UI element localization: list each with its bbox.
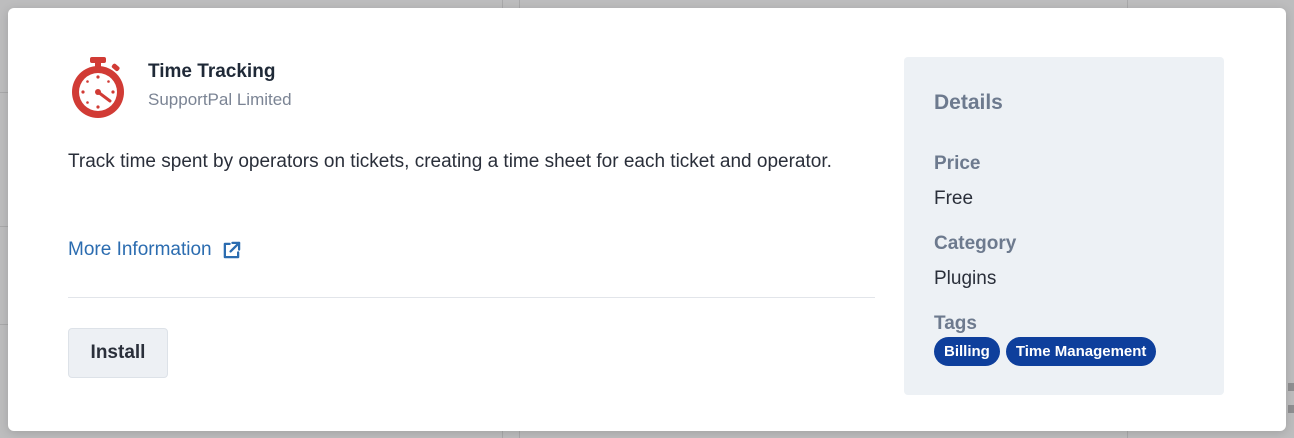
external-link-icon <box>222 241 241 260</box>
stopwatch-icon <box>68 56 128 120</box>
plugin-title: Time Tracking <box>148 61 276 82</box>
plugin-vendor: SupportPal Limited <box>148 90 292 109</box>
details-title: Details <box>934 91 1003 114</box>
divider <box>68 297 875 298</box>
plugin-description: Track time spent by operators on tickets… <box>68 151 832 172</box>
tag-billing[interactable]: Billing <box>934 337 1000 366</box>
more-information-link[interactable]: More Information <box>68 239 241 261</box>
tag-list: Billing Time Management <box>934 337 1157 366</box>
category-value: Plugins <box>934 268 997 289</box>
install-button[interactable]: Install <box>68 328 168 378</box>
category-label: Category <box>934 233 1017 254</box>
background-text-fragment <box>1288 383 1294 391</box>
price-label: Price <box>934 153 981 174</box>
price-value: Free <box>934 188 974 209</box>
plugin-details-modal: Time Tracking SupportPal Limited Track t… <box>8 8 1286 431</box>
details-panel: Details Price Free Category Plugins Tags… <box>904 57 1224 395</box>
more-information-label: More Information <box>68 239 212 260</box>
background-line <box>0 92 8 93</box>
background-line <box>0 324 8 325</box>
tags-label: Tags <box>934 313 977 334</box>
tag-time-management[interactable]: Time Management <box>1005 337 1157 366</box>
background-text-fragment <box>1288 405 1294 413</box>
background-line <box>0 226 8 227</box>
